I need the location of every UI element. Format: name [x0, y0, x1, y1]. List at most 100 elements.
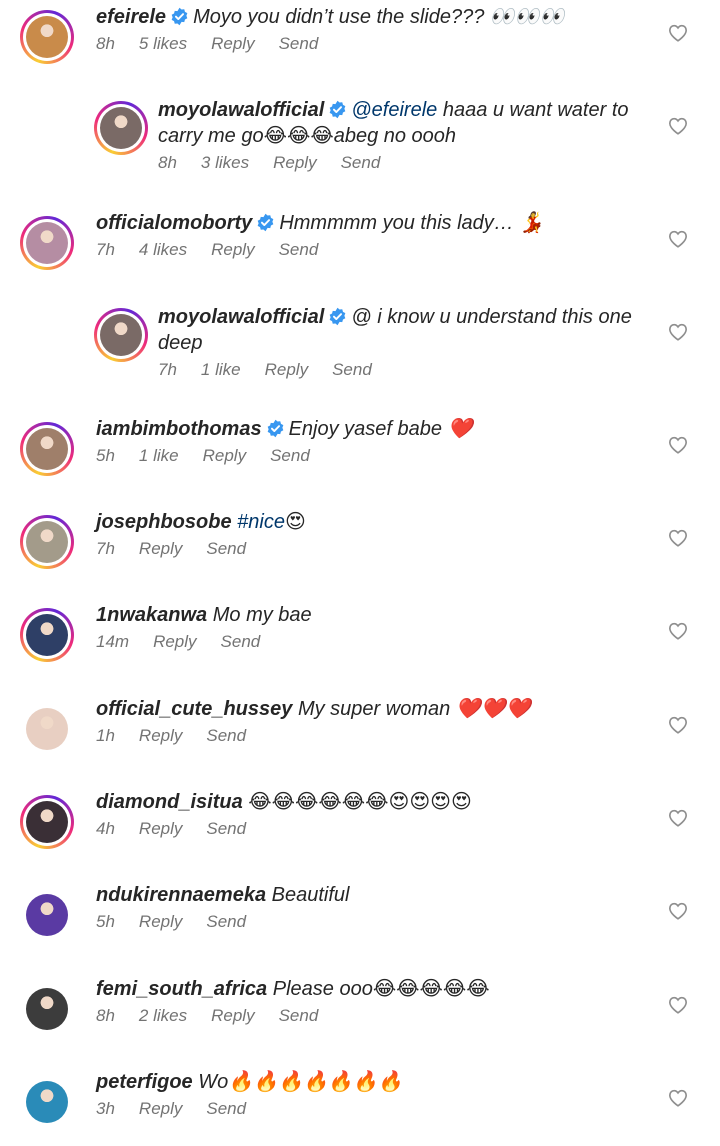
comment-message: Moyo you didn’t use the slide??? 👀👀👀	[193, 6, 565, 28]
send-button[interactable]: Send	[279, 34, 319, 54]
send-button[interactable]: Send	[206, 912, 246, 932]
comment-message: Wo🔥🔥🔥🔥🔥🔥🔥	[198, 1071, 403, 1093]
comment-body: ndukirennaemeka Beautiful 5h Reply Send	[96, 882, 650, 932]
avatar[interactable]	[20, 795, 74, 849]
reply-button[interactable]: Reply	[265, 360, 308, 380]
avatar[interactable]	[20, 888, 74, 942]
avatar-photo	[26, 16, 68, 58]
comment-likes-count[interactable]: 5 likes	[139, 34, 187, 54]
reply-button[interactable]: Reply	[273, 153, 316, 173]
reply-button[interactable]: Reply	[211, 1006, 254, 1026]
comment-row: ndukirennaemeka Beautiful 5h Reply Send	[0, 882, 720, 972]
avatar-photo	[26, 614, 68, 656]
comment-username[interactable]: femi_south_africa	[96, 978, 267, 1000]
comment-username[interactable]: diamond_isitua	[96, 791, 243, 813]
avatar-photo	[26, 708, 68, 750]
heart-outline-icon[interactable]	[668, 1089, 688, 1107]
send-button[interactable]: Send	[206, 819, 246, 839]
avatar-photo	[26, 988, 68, 1030]
comment-time: 8h	[96, 34, 115, 53]
avatar-inner	[23, 985, 71, 1033]
comment-row: efeirele Moyo you didn’t use the slide???…	[0, 4, 720, 94]
send-button[interactable]: Send	[270, 446, 310, 466]
comment-meta: 7h Reply Send	[96, 539, 650, 559]
send-button[interactable]: Send	[221, 632, 261, 652]
avatar-inner	[23, 219, 71, 267]
comment-text: moyolawalofficial @efeirele haaa u want w…	[158, 97, 650, 149]
comment-row: officialomoborty Hmmmmm you this lady… 💃 7…	[0, 210, 720, 300]
avatar-inner	[23, 1078, 71, 1126]
comment-username[interactable]: officialomoborty	[96, 212, 252, 234]
avatar-inner	[23, 425, 71, 473]
comment-likes-count[interactable]: 3 likes	[201, 153, 249, 173]
comment-likes-count[interactable]: 2 likes	[139, 1006, 187, 1026]
comment-text: femi_south_africa Please ooo😂😂😂😂😂	[96, 976, 650, 1002]
heart-outline-icon[interactable]	[668, 117, 688, 135]
avatar-inner	[97, 104, 145, 152]
avatar[interactable]	[20, 702, 74, 756]
avatar-photo	[26, 521, 68, 563]
send-button[interactable]: Send	[206, 726, 246, 746]
comment-username[interactable]: official_cute_hussey	[96, 698, 292, 720]
comment-username[interactable]: iambimbothomas	[96, 418, 262, 440]
comment-username[interactable]: moyolawalofficial	[158, 306, 324, 328]
heart-outline-icon[interactable]	[668, 622, 688, 640]
heart-outline-icon[interactable]	[668, 323, 688, 341]
comment-meta: 5h 1 like Reply Send	[96, 446, 650, 466]
reply-button[interactable]: Reply	[211, 34, 254, 54]
send-button[interactable]: Send	[341, 153, 381, 173]
comment-likes-count[interactable]: 1 like	[139, 446, 179, 466]
heart-outline-icon[interactable]	[668, 24, 688, 42]
send-button[interactable]: Send	[279, 1006, 319, 1026]
avatar-inner	[23, 13, 71, 61]
reply-button[interactable]: Reply	[139, 1099, 182, 1119]
comment-username[interactable]: moyolawalofficial	[158, 99, 324, 121]
reply-button[interactable]: Reply	[139, 539, 182, 559]
send-button[interactable]: Send	[332, 360, 372, 380]
heart-outline-icon[interactable]	[668, 809, 688, 827]
comment-hashtag[interactable]: #nice	[237, 511, 285, 533]
avatar[interactable]	[20, 1075, 74, 1129]
heart-outline-icon[interactable]	[668, 902, 688, 920]
reply-button[interactable]: Reply	[211, 240, 254, 260]
comment-meta: 1h Reply Send	[96, 726, 650, 746]
comment-username[interactable]: josephbosobe	[96, 511, 232, 533]
comment-username[interactable]: peterfigoe	[96, 1071, 193, 1093]
reply-button[interactable]: Reply	[139, 912, 182, 932]
reply-button[interactable]: Reply	[153, 632, 196, 652]
comment-time: 1h	[96, 726, 115, 745]
heart-outline-icon[interactable]	[668, 996, 688, 1014]
reply-button[interactable]: Reply	[139, 726, 182, 746]
verified-badge-icon	[257, 213, 274, 232]
comment-text: official_cute_hussey My super woman ❤️❤️…	[96, 696, 650, 722]
avatar-inner	[23, 798, 71, 846]
send-button[interactable]: Send	[206, 539, 246, 559]
heart-outline-icon[interactable]	[668, 529, 688, 547]
heart-outline-icon[interactable]	[668, 230, 688, 248]
comment-row: official_cute_hussey My super woman ❤️❤️…	[0, 696, 720, 786]
heart-outline-icon[interactable]	[668, 436, 688, 454]
comment-likes-count[interactable]: 4 likes	[139, 240, 187, 260]
comment-mention[interactable]: @efeirele	[351, 99, 437, 121]
avatar[interactable]	[94, 101, 148, 155]
send-button[interactable]: Send	[279, 240, 319, 260]
send-button[interactable]: Send	[206, 1099, 246, 1119]
reply-button[interactable]: Reply	[203, 446, 246, 466]
comment-row: moyolawalofficial @efeirele haaa u want w…	[0, 97, 720, 187]
comment-message: My super woman ❤️❤️❤️	[297, 698, 531, 720]
avatar[interactable]	[20, 515, 74, 569]
avatar[interactable]	[20, 10, 74, 64]
avatar[interactable]	[20, 216, 74, 270]
avatar[interactable]	[20, 608, 74, 662]
comment-likes-count[interactable]: 1 like	[201, 360, 241, 380]
comment-username[interactable]: 1nwakanwa	[96, 604, 207, 626]
comment-username[interactable]: ndukirennaemeka	[96, 884, 266, 906]
reply-button[interactable]: Reply	[139, 819, 182, 839]
avatar-photo	[26, 894, 68, 936]
heart-outline-icon[interactable]	[668, 716, 688, 734]
avatar[interactable]	[20, 982, 74, 1036]
comment-username[interactable]: efeirele	[96, 6, 166, 28]
comment-time: 7h	[96, 240, 115, 259]
avatar[interactable]	[94, 308, 148, 362]
avatar[interactable]	[20, 422, 74, 476]
